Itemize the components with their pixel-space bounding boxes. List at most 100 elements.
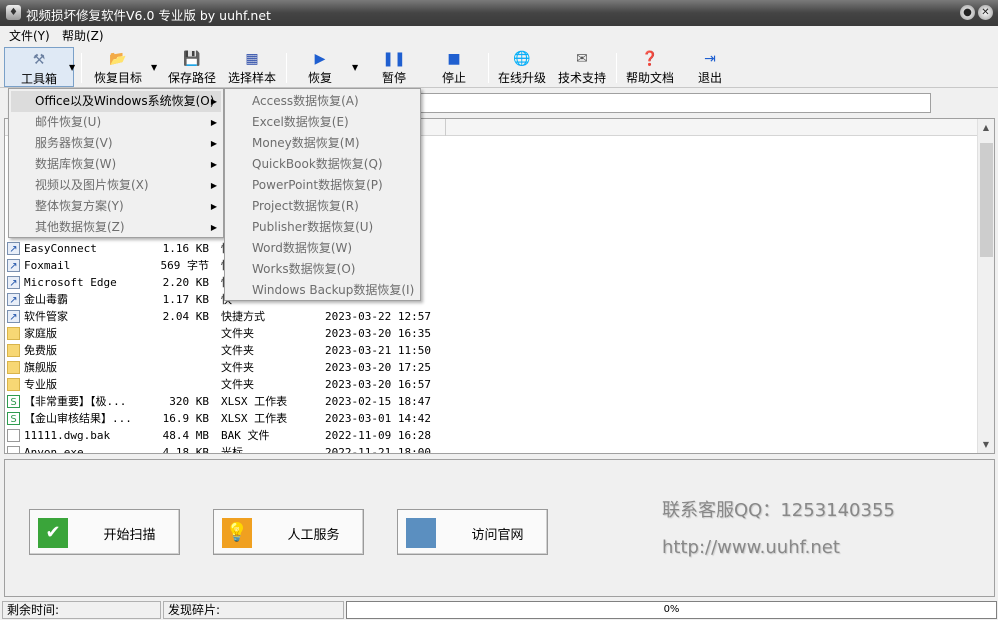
save-path-button[interactable]: 💾 保存路径 (166, 47, 218, 87)
file-type: BAK 文件 (221, 429, 270, 442)
recover-button[interactable]: ▶ 恢复 (298, 47, 342, 87)
submenu-item[interactable]: PowerPoint数据恢复(P) (227, 175, 418, 196)
globe-icon: 🌐 (513, 51, 531, 67)
file-type: 快捷方式 (221, 310, 265, 323)
submenu-item[interactable]: QuickBook数据恢复(Q) (227, 154, 418, 175)
toolbar: ⚒ 工具箱 ▼ 📂 恢复目标 ▼ 💾 保存路径 ▦ 选择样本 ▶ 恢复 ▼ ❚❚… (0, 45, 998, 88)
exit-icon: ⇥ (704, 51, 716, 67)
file-date: 2023-03-22 12:57 (325, 310, 431, 323)
minimize-button[interactable]: ● (960, 5, 975, 20)
file-row[interactable]: S 【金山审核结果】... 16.9 KB XLSX 工作表 2023-03-01 14… (5, 410, 980, 427)
visit-site-button[interactable]: 访问官网 (397, 509, 548, 555)
folder-icon (7, 344, 20, 357)
manual-service-button[interactable]: 💡 人工服务 (213, 509, 364, 555)
save-icon: 💾 (183, 51, 201, 67)
file-type: 文件夹 (221, 327, 254, 340)
scroll-down-icon[interactable]: ▼ (978, 436, 994, 453)
scroll-thumb[interactable] (980, 143, 993, 257)
file-row[interactable]: ↗EasyConnect1.16 KB快 (5, 240, 980, 257)
online-upgrade-button[interactable]: 🌐 在线升级 (494, 47, 550, 87)
toolbox-menu-item[interactable]: 视频以及图片恢复(X) ▶ (11, 175, 221, 196)
shortcut-icon: ↗ (7, 242, 20, 255)
toolbox-menu-item[interactable]: 整体恢复方案(Y) ▶ (11, 196, 221, 217)
stop-button[interactable]: ■ 停止 (434, 47, 474, 87)
file-row[interactable]: ↗金山毒霸1.17 KB快 (5, 291, 980, 308)
file-type: XLSX 工作表 (221, 412, 288, 425)
stop-label: 停止 (441, 71, 466, 85)
submenu-item[interactable]: Works数据恢复(O) (227, 259, 418, 280)
office-recovery-submenu: Access数据恢复(A) Excel数据恢复(E) Money数据恢复(M) Qui… (224, 88, 421, 301)
app-window: ♦ 视频损坏修复软件V6.0 专业版 by uuhf.net ● ✕ 文件(Y)… (0, 0, 998, 620)
menu-item-label: 数据库恢复(W) (35, 157, 117, 171)
submenu-item[interactable]: Excel数据恢复(E) (227, 112, 418, 133)
file-row[interactable]: 免费版 文件夹 2023-03-21 11:50 (5, 342, 980, 359)
file-size: 48.4 MB (162, 429, 209, 442)
submenu-item[interactable]: Publisher数据恢复(U) (227, 217, 418, 238)
toolbox-menu-item[interactable]: 数据库恢复(W) ▶ (11, 154, 221, 175)
menu-help[interactable]: 帮助(Z) (62, 27, 104, 44)
path-input[interactable] (420, 93, 931, 113)
menu-item-label: 整体恢复方案(Y) (35, 199, 124, 213)
file-size: 4.18 KB (162, 446, 209, 454)
file-row[interactable]: 11111.dwg.bak 48.4 MB BAK 文件 2022-11-09 16:… (5, 427, 980, 444)
pause-icon: ❚❚ (382, 51, 406, 67)
contact-url[interactable]: http://www.uuhf.net (662, 537, 840, 558)
submenu-arrow-icon: ▶ (210, 97, 217, 106)
file-type: 光标 (221, 446, 243, 454)
file-size: 2.04 KB (162, 310, 209, 323)
stop-icon: ■ (447, 51, 461, 67)
toolbox-dropdown-icon[interactable]: ▼ (69, 63, 75, 72)
menu-file[interactable]: 文件(Y) (9, 27, 50, 44)
file-row[interactable]: ↗Microsoft Edge2.20 KB快 (5, 274, 980, 291)
help-icon: ❓ (641, 51, 659, 67)
scroll-up-icon[interactable]: ▲ (978, 119, 994, 136)
menu-item-label: Office以及Windows系统恢复(O) (35, 94, 215, 108)
file-row[interactable]: ↗Foxmail569 字节快 (5, 257, 980, 274)
submenu-item[interactable]: Access数据恢复(A) (227, 91, 418, 112)
recover-target-button[interactable]: 📂 恢复目标 (90, 47, 146, 87)
submenu-item[interactable]: Money数据恢复(M) (227, 133, 418, 154)
file-type: 文件夹 (221, 361, 254, 374)
select-sample-button[interactable]: ▦ 选择样本 (226, 47, 278, 87)
recover-dropdown-icon[interactable]: ▼ (352, 63, 358, 72)
spreadsheet-icon: S (7, 412, 20, 425)
file-row[interactable]: Anyon.exe 4.18 KB 光标 2022-11-21 18:00 (5, 444, 980, 454)
pause-button[interactable]: ❚❚ 暂停 (374, 47, 414, 87)
shortcut-icon: ↗ (7, 276, 20, 289)
toolbox-menu-item[interactable]: 服务器恢复(V) ▶ (11, 133, 221, 154)
file-date: 2022-11-21 18:00 (325, 446, 431, 454)
tech-support-button[interactable]: ✉ 技术支持 (554, 47, 610, 87)
submenu-item[interactable]: Word数据恢复(W) (227, 238, 418, 259)
pause-label: 暂停 (381, 71, 406, 85)
vertical-scrollbar[interactable]: ▲ ▼ (977, 119, 994, 453)
progress-bar: 0% (346, 601, 997, 619)
help-doc-button[interactable]: ❓ 帮助文档 (622, 47, 678, 87)
title-bar: ♦ 视频损坏修复软件V6.0 专业版 by uuhf.net ● ✕ (0, 0, 998, 26)
toolbox-menu-item[interactable]: 其他数据恢复(Z) ▶ (11, 217, 221, 238)
file-row[interactable]: 旗舰版 文件夹 2023-03-20 17:25 (5, 359, 980, 376)
save-path-label: 保存路径 (167, 71, 216, 85)
submenu-item[interactable]: Windows Backup数据恢复(I) (227, 280, 418, 301)
file-row[interactable]: 家庭版 文件夹 2023-03-20 16:35 (5, 325, 980, 342)
submenu-arrow-icon: ▶ (210, 139, 217, 148)
menu-item-label: 服务器恢复(V) (35, 136, 113, 150)
file-row[interactable]: ↗ 软件管家 2.04 KB 快捷方式 2023-03-22 12:57 (5, 308, 980, 325)
header-divider[interactable] (445, 119, 446, 136)
toolbox-button[interactable]: ⚒ 工具箱 (4, 47, 74, 87)
recover-target-label: 恢复目标 (93, 71, 142, 85)
recover-target-dropdown-icon[interactable]: ▼ (151, 63, 157, 72)
close-button[interactable]: ✕ (978, 5, 993, 20)
start-scan-button[interactable]: ✔ 开始扫描 (29, 509, 180, 555)
start-scan-label: 开始扫描 (103, 528, 156, 543)
help-doc-label: 帮助文档 (625, 71, 674, 85)
toolbox-menu-item[interactable]: 邮件恢复(U) ▶ (11, 112, 221, 133)
sample-icon: ▦ (245, 51, 259, 67)
file-row[interactable]: S 【非常重要】【极... 320 KB XLSX 工作表 2023-02-15 18:… (5, 393, 980, 410)
file-size: 1.16 KB (162, 242, 209, 255)
submenu-item[interactable]: Project数据恢复(R) (227, 196, 418, 217)
app-icon: ♦ (6, 5, 21, 20)
toolbar-separator (488, 53, 489, 83)
exit-button[interactable]: ⇥ 退出 (690, 47, 730, 87)
file-row[interactable]: 专业版 文件夹 2023-03-20 16:57 (5, 376, 980, 393)
toolbox-menu-item[interactable]: Office以及Windows系统恢复(O) ▶ (11, 91, 221, 112)
